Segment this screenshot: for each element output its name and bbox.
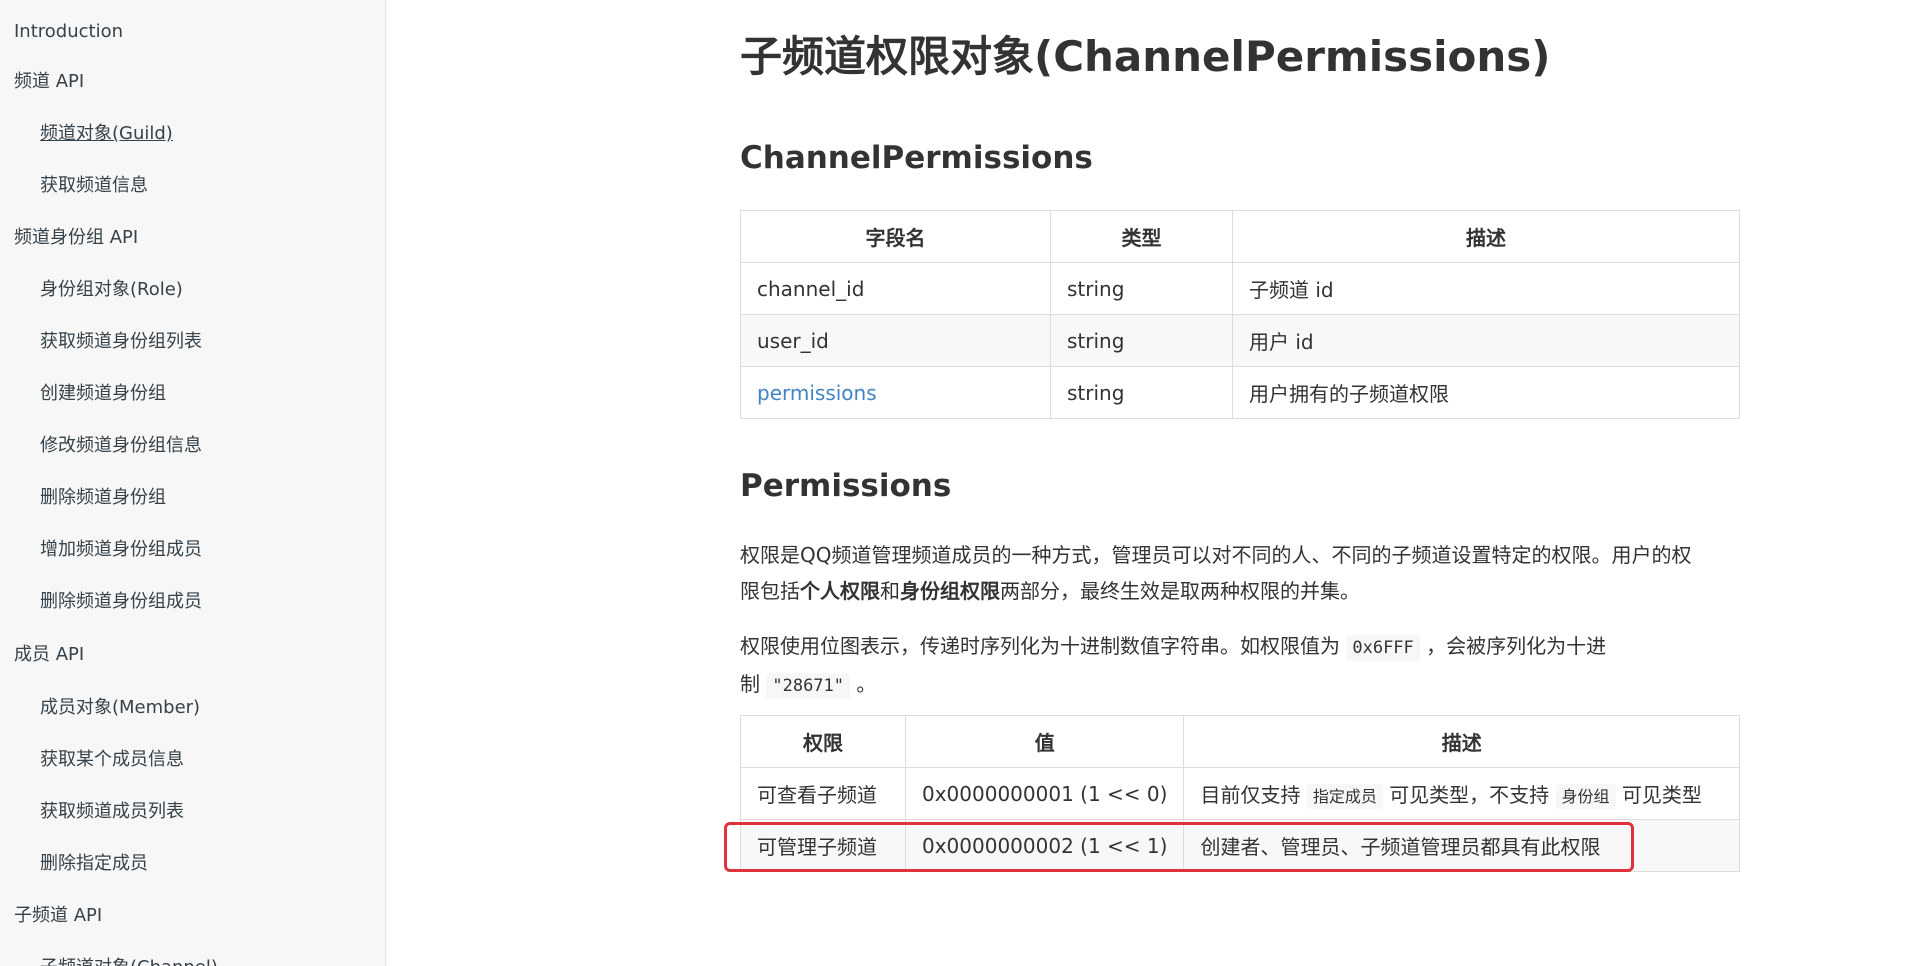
type-cell: string — [1050, 262, 1233, 315]
sidebar-item-get-guild[interactable]: 获取频道信息 — [40, 174, 148, 198]
type-cell: string — [1050, 314, 1233, 367]
table-header-row: 字段名 类型 描述 — [740, 210, 1740, 263]
cell-text: 可见类型 — [1621, 783, 1702, 807]
column-header: 描述 — [1183, 715, 1740, 768]
section-heading-permissions: Permissions — [740, 468, 952, 504]
permissions-table: 权限 值 描述 可查看子频道 0x0000000001 (1 << 0) 目前仅… — [740, 715, 1740, 872]
channelpermissions-table: 字段名 类型 描述 channel_id string 子频道 id user_… — [740, 210, 1740, 419]
table-row: permissions string 用户拥有的子频道权限 — [740, 366, 1740, 419]
paragraph-text: 权限是QQ频道管理频道成员的一种方式，管理员可以对不同的人、不同的子频道设置特定… — [740, 543, 1692, 567]
sidebar-item-get-roles[interactable]: 获取频道身份组列表 — [40, 330, 202, 354]
sidebar-item-guild-api[interactable]: 频道 API — [14, 70, 84, 94]
field-name-cell: user_id — [740, 314, 1051, 367]
table-row: 可查看子频道 0x0000000001 (1 << 0) 目前仅支持 指定成员 … — [740, 767, 1740, 820]
bitmap-paragraph: 权限使用位图表示，传递时序列化为十进制数值字符串。如权限值为 0x6FFF ，会… — [740, 628, 1740, 704]
inline-code: 0x6FFF — [1346, 635, 1420, 661]
column-header: 权限 — [740, 715, 906, 768]
paragraph-text: ，会被序列化为十进 — [1426, 634, 1607, 658]
sidebar-item-channel-object[interactable]: 子频道对象(Channel) — [40, 956, 218, 966]
section-heading-channelpermissions: ChannelPermissions — [740, 140, 1093, 176]
sidebar-item-introduction[interactable]: Introduction — [14, 20, 123, 44]
sidebar-item-modify-role[interactable]: 修改频道身份组信息 — [40, 434, 202, 458]
description-cell: 用户 id — [1232, 314, 1740, 367]
sidebar-item-get-member[interactable]: 获取某个成员信息 — [40, 748, 184, 772]
paragraph-text: 和 — [880, 579, 900, 603]
cell-text: 目前仅支持 — [1200, 783, 1301, 807]
sidebar-item-channel-api[interactable]: 子频道 API — [14, 904, 102, 928]
permission-cell: 可管理子频道 — [740, 819, 906, 872]
sidebar-nav: Introduction 频道 API 频道对象(Guild) 获取频道信息 频… — [0, 0, 386, 966]
sidebar-item-member-api[interactable]: 成员 API — [14, 643, 84, 667]
table-row: user_id string 用户 id — [740, 314, 1740, 367]
inline-code: "28671" — [766, 673, 851, 699]
type-cell: string — [1050, 366, 1233, 419]
column-header: 描述 — [1232, 210, 1740, 263]
table-header-row: 权限 值 描述 — [740, 715, 1740, 768]
page-title: 子频道权限对象(ChannelPermissions) — [740, 32, 1551, 81]
description-cell: 子频道 id — [1232, 262, 1740, 315]
value-cell: 0x0000000001 (1 << 0) — [904, 767, 1185, 820]
inline-code: 指定成员 — [1306, 784, 1383, 809]
sidebar-item-get-members[interactable]: 获取频道成员列表 — [40, 800, 184, 824]
sidebar-item-create-role[interactable]: 创建频道身份组 — [40, 382, 166, 406]
sidebar-item-add-role-member[interactable]: 增加频道身份组成员 — [40, 538, 202, 562]
paragraph-text: 制 — [740, 672, 760, 696]
paragraph-text: 两部分，最终生效是取两种权限的并集。 — [1000, 579, 1360, 603]
permissions-intro-paragraph: 权限是QQ频道管理频道成员的一种方式，管理员可以对不同的人、不同的子频道设置特定… — [740, 537, 1740, 609]
sidebar-item-delete-member[interactable]: 删除指定成员 — [40, 852, 148, 876]
description-cell: 目前仅支持 指定成员 可见类型，不支持 身份组 可见类型 — [1183, 767, 1740, 820]
field-name-cell: permissions — [740, 366, 1051, 419]
value-cell: 0x0000000002 (1 << 1) — [904, 819, 1185, 872]
table-row: channel_id string 子频道 id — [740, 262, 1740, 315]
bold-text: 个人权限 — [800, 579, 880, 603]
description-cell: 创建者、管理员、子频道管理员都具有此权限 — [1183, 819, 1740, 872]
paragraph-text: 限包括 — [740, 579, 800, 603]
description-cell: 用户拥有的子频道权限 — [1232, 366, 1740, 419]
sidebar-item-delete-role[interactable]: 删除频道身份组 — [40, 486, 166, 510]
main-content: 子频道权限对象(ChannelPermissions) ChannelPermi… — [387, 0, 1920, 966]
sidebar-item-role-api[interactable]: 频道身份组 API — [14, 226, 138, 250]
column-header: 值 — [904, 715, 1185, 768]
paragraph-text: 。 — [856, 672, 877, 696]
column-header: 字段名 — [740, 210, 1051, 263]
sidebar-item-remove-role-member[interactable]: 删除频道身份组成员 — [40, 590, 202, 614]
paragraph-text: 权限使用位图表示，传递时序列化为十进制数值字符串。如权限值为 — [740, 634, 1340, 658]
sidebar-item-role-object[interactable]: 身份组对象(Role) — [40, 278, 183, 302]
table-row: 可管理子频道 0x0000000002 (1 << 1) 创建者、管理员、子频道… — [740, 819, 1740, 872]
field-name-cell: channel_id — [740, 262, 1051, 315]
sidebar-item-guild-object[interactable]: 频道对象(Guild) — [40, 122, 173, 146]
inline-code: 身份组 — [1555, 784, 1616, 809]
permissions-link[interactable]: permissions — [757, 381, 877, 405]
sidebar-item-member-object[interactable]: 成员对象(Member) — [40, 696, 200, 720]
column-header: 类型 — [1050, 210, 1233, 263]
bold-text: 身份组权限 — [900, 579, 1000, 603]
permission-cell: 可查看子频道 — [740, 767, 906, 820]
cell-text: 可见类型，不支持 — [1389, 783, 1550, 807]
